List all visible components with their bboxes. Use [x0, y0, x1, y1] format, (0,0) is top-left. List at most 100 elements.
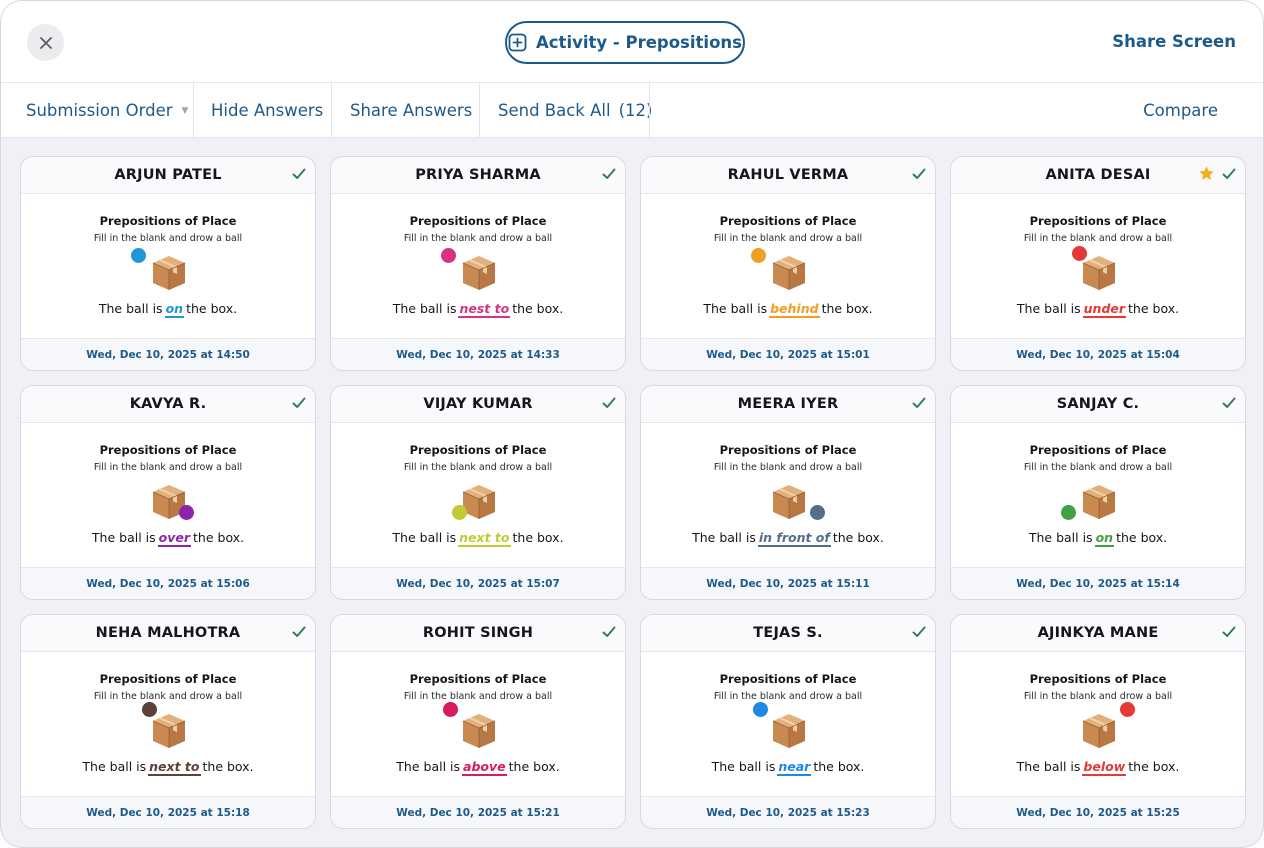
check-icon [292, 397, 306, 408]
answer-sentence: The ball is behind the box. [641, 301, 935, 318]
student-name: VIJAY KUMAR [423, 396, 533, 412]
hide-answers-button[interactable]: Hide Answers [211, 83, 323, 138]
sentence-start: The ball is [1016, 759, 1081, 774]
sentence-start: The ball is [1028, 530, 1093, 545]
check-icon [602, 626, 616, 637]
student-answer: below [1082, 759, 1127, 776]
card-header: ANITA DESAI [951, 157, 1245, 194]
submission-timestamp: Wed, Dec 10, 2025 at 14:50 [21, 338, 315, 370]
send-back-count: (12) [618, 101, 653, 120]
drawn-ball [131, 248, 146, 263]
answer-sentence: The ball is below the box. [951, 759, 1245, 776]
drawn-ball [1061, 505, 1076, 520]
top-bar: Activity - Prepositions Share Screen [1, 1, 1263, 83]
student-answer: nest to [458, 301, 511, 318]
sentence-start: The ball is [392, 530, 457, 545]
drawn-ball [142, 702, 157, 717]
submission-card[interactable]: ARJUN PATEL Prepositions of Place Fill i… [20, 156, 316, 371]
sentence-end: the box. [813, 759, 865, 774]
worksheet-title: Prepositions of Place [1029, 214, 1167, 228]
worksheet-preview: Prepositions of Place Fill in the blank … [331, 652, 625, 798]
check-icon [292, 626, 306, 637]
worksheet-title: Prepositions of Place [1029, 672, 1167, 686]
answer-sentence: The ball is next to the box. [331, 530, 625, 547]
student-name: AJINKYA MANE [1037, 625, 1159, 641]
submission-card[interactable]: SANJAY C. Prepositions of Place Fill in … [950, 385, 1246, 600]
check-icon [602, 168, 616, 179]
check-icon [1222, 397, 1236, 408]
student-answer: above [462, 759, 507, 776]
student-name: SANJAY C. [1056, 396, 1140, 412]
answer-sentence: The ball is on the box. [21, 301, 315, 318]
submission-card[interactable]: NEHA MALHOTRA Prepositions of Place Fill… [20, 614, 316, 829]
check-icon [912, 168, 926, 179]
submission-card[interactable]: ANITA DESAI Prepositions of Place Fill i… [950, 156, 1246, 371]
activity-title-button[interactable]: Activity - Prepositions [505, 21, 745, 64]
submission-card[interactable]: RAHUL VERMA Prepositions of Place Fill i… [640, 156, 936, 371]
answer-sentence: The ball is next to the box. [21, 759, 315, 776]
card-header: PRIYA SHARMA [331, 157, 625, 194]
submission-timestamp: Wed, Dec 10, 2025 at 14:33 [331, 338, 625, 370]
submission-order-dropdown[interactable]: Submission Order ▼ [26, 83, 188, 138]
sentence-start: The ball is [91, 530, 156, 545]
toolbar-divider [649, 83, 650, 138]
share-screen-button[interactable]: Share Screen [1112, 32, 1236, 51]
worksheet-instruction: Fill in the blank and drow a ball [1023, 233, 1173, 244]
student-answer: near [777, 759, 812, 776]
worksheet-title: Prepositions of Place [99, 672, 237, 686]
student-name: ANITA DESAI [1045, 167, 1151, 183]
worksheet-preview: Prepositions of Place Fill in the blank … [331, 423, 625, 569]
sentence-end: the box. [508, 759, 560, 774]
worksheet-title: Prepositions of Place [719, 443, 857, 457]
student-name: ROHIT SINGH [422, 625, 534, 641]
submission-timestamp: Wed, Dec 10, 2025 at 15:23 [641, 796, 935, 828]
worksheet-preview: Prepositions of Place Fill in the blank … [641, 194, 935, 340]
sentence-start: The ball is [692, 530, 756, 545]
card-header: ROHIT SINGH [331, 615, 625, 652]
submission-card[interactable]: ROHIT SINGH Prepositions of Place Fill i… [330, 614, 626, 829]
sentence-end: the box. [202, 759, 254, 774]
compare-button[interactable]: Compare [1143, 83, 1218, 138]
worksheet-instruction: Fill in the blank and drow a ball [713, 462, 863, 473]
submission-timestamp: Wed, Dec 10, 2025 at 15:18 [21, 796, 315, 828]
submission-card[interactable]: KAVYA R. Prepositions of Place Fill in t… [20, 385, 316, 600]
student-name: ARJUN PATEL [114, 167, 222, 183]
submission-card[interactable]: TEJAS S. Prepositions of Place Fill in t… [640, 614, 936, 829]
check-icon [912, 397, 926, 408]
answer-sentence: The ball is over the box. [21, 530, 315, 547]
submission-card[interactable]: PRIYA SHARMA Prepositions of Place Fill … [330, 156, 626, 371]
sentence-start: The ball is [1016, 301, 1081, 316]
card-header: SANJAY C. [951, 386, 1245, 423]
drawn-ball [1120, 702, 1135, 717]
sentence-end: the box. [1128, 301, 1180, 316]
star-icon[interactable] [1198, 165, 1215, 182]
sentence-start: The ball is [98, 301, 163, 316]
submission-card[interactable]: AJINKYA MANE Prepositions of Place Fill … [950, 614, 1246, 829]
drawn-ball [179, 505, 194, 520]
check-icon [292, 168, 306, 179]
share-answers-button[interactable]: Share Answers [350, 83, 472, 138]
close-button[interactable] [27, 24, 64, 61]
drawn-ball [443, 702, 458, 717]
submission-timestamp: Wed, Dec 10, 2025 at 15:01 [641, 338, 935, 370]
cardboard-box-icon [152, 256, 186, 290]
submission-card[interactable]: VIJAY KUMAR Prepositions of Place Fill i… [330, 385, 626, 600]
toolbar-divider [331, 83, 332, 138]
worksheet-instruction: Fill in the blank and drow a ball [403, 462, 553, 473]
submission-card[interactable]: MEERA IYER Prepositions of Place Fill in… [640, 385, 936, 600]
close-icon [39, 36, 52, 49]
send-back-all-button[interactable]: Send Back All (12) [498, 83, 652, 138]
student-answer: in front of [757, 530, 831, 547]
check-icon [602, 397, 616, 408]
submission-timestamp: Wed, Dec 10, 2025 at 15:21 [331, 796, 625, 828]
toolbar-divider [479, 83, 480, 138]
submission-timestamp: Wed, Dec 10, 2025 at 15:06 [21, 567, 315, 599]
student-answer: on [164, 301, 185, 318]
activity-title: Activity - Prepositions [536, 33, 742, 52]
card-header: RAHUL VERMA [641, 157, 935, 194]
answer-sentence: The ball is nest to the box. [331, 301, 625, 318]
worksheet-preview: Prepositions of Place Fill in the blank … [21, 194, 315, 340]
student-name: KAVYA R. [129, 396, 207, 412]
plus-square-icon [508, 33, 527, 52]
answer-sentence: The ball is above the box. [331, 759, 625, 776]
